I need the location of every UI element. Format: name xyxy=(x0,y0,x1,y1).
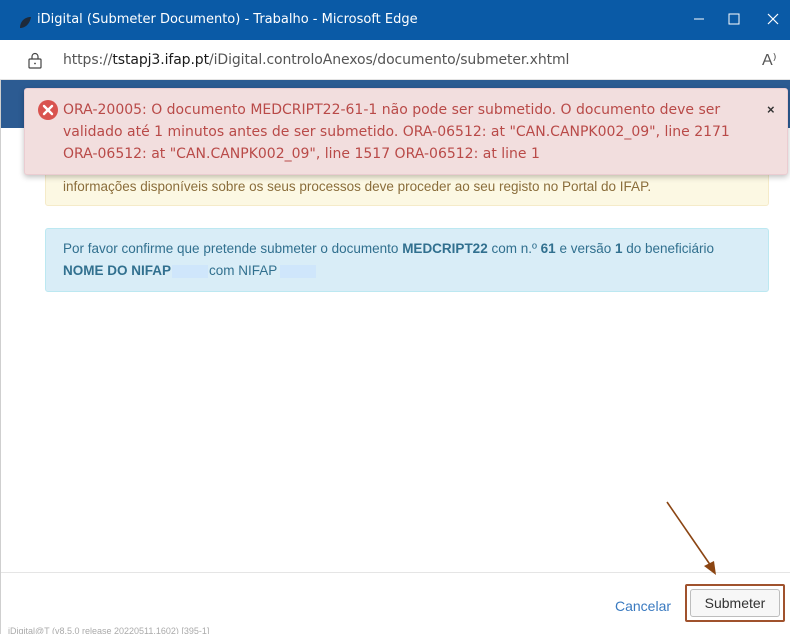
error-message: ORA-20005: O documento MEDCRIPT22-61-1 n… xyxy=(63,102,730,162)
read-aloud-icon[interactable]: A⁾ xyxy=(762,50,777,70)
confirm-text-4: do beneficiário xyxy=(622,241,715,256)
error-alert: ORA-20005: O documento MEDCRIPT22-61-1 n… xyxy=(24,88,788,175)
window-title: iDigital (Submeter Documento) - Trabalho… xyxy=(37,12,418,27)
submit-button[interactable]: Submeter xyxy=(690,589,780,617)
address-bar: https://tstapj3.ifap.pt/iDigital.control… xyxy=(0,40,790,80)
idigital-app-icon xyxy=(20,17,31,28)
confirm-text-2: com n.º xyxy=(487,241,541,256)
warning-text: informações disponíveis sobre os seus pr… xyxy=(63,179,652,194)
document-code: MEDCRIPT22 xyxy=(402,241,488,256)
confirm-info-alert: Por favor confirme que pretende submeter… xyxy=(45,228,769,292)
lock-icon[interactable] xyxy=(26,51,44,69)
url-scheme: https:// xyxy=(63,52,113,68)
submit-highlight-box: Submeter xyxy=(685,584,785,622)
url-host: tstapj3.ifap.pt xyxy=(112,52,209,68)
minimize-icon[interactable] xyxy=(690,10,708,28)
cancel-link[interactable]: Cancelar xyxy=(615,598,671,614)
confirm-text-3: e versão xyxy=(555,241,615,256)
error-icon xyxy=(38,100,58,120)
redacted-block xyxy=(280,264,317,278)
window-titlebar: iDigital (Submeter Documento) - Trabalho… xyxy=(0,0,790,40)
confirm-text-1: Por favor confirme que pretende submeter… xyxy=(63,241,403,256)
url-path: /iDigital.controloAnexos/documento/subme… xyxy=(209,52,570,68)
beneficiary-name: NOME DO NIFAP xyxy=(63,263,172,278)
confirm-text-5: com NIFAP xyxy=(209,263,278,278)
version-label: iDigital@T (v8.5.0 release 20220511.1602… xyxy=(8,626,210,634)
dialog-footer: Cancelar xyxy=(1,572,790,634)
maximize-icon[interactable] xyxy=(725,10,743,28)
close-icon[interactable] xyxy=(764,10,782,28)
document-number: 61 xyxy=(540,241,556,256)
url-field[interactable]: https://tstapj3.ifap.pt/iDigital.control… xyxy=(63,52,569,68)
redacted-block xyxy=(172,264,209,278)
confirm-message: Por favor confirme que pretende submeter… xyxy=(63,238,753,282)
dismiss-error-button[interactable]: × xyxy=(767,99,775,121)
